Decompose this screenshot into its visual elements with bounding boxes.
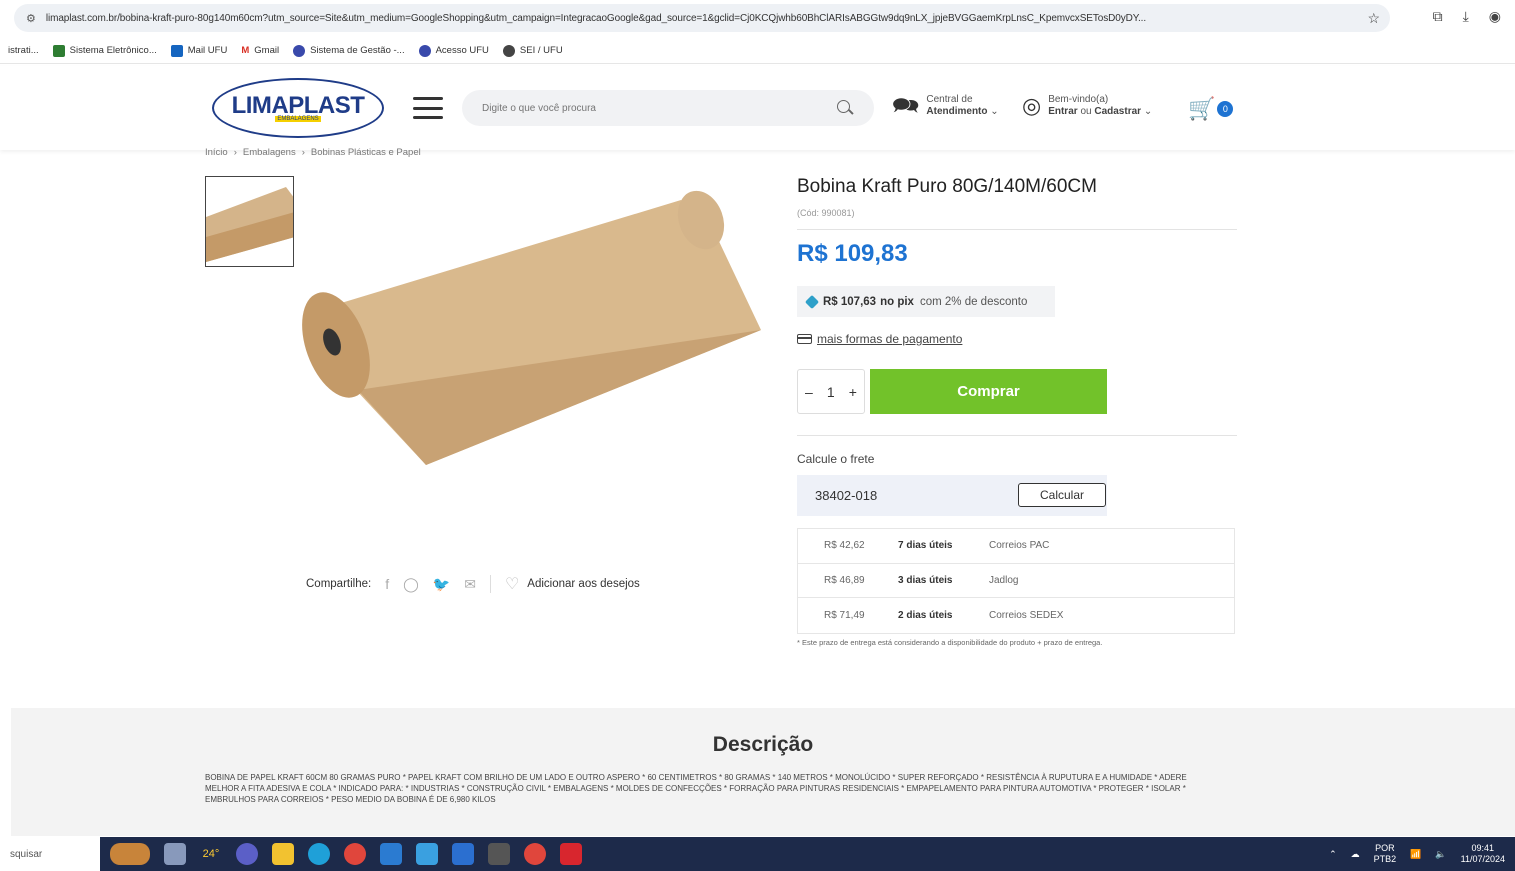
bookmark-favicon-icon: [293, 44, 306, 57]
search-bar: [462, 90, 874, 126]
decrease-button[interactable]: –: [805, 384, 813, 400]
store-icon[interactable]: [380, 843, 402, 865]
address-bar[interactable]: ⚙ limaplast.com.br/bobina-kraft-puro-80g…: [14, 4, 1390, 32]
increase-button[interactable]: +: [849, 384, 857, 400]
site-settings-icon[interactable]: ⚙: [26, 12, 36, 25]
windows-taskbar: squisar 24° ⌃ ☁ POR PTB2 📶 🔈 09:41 11/07/2…: [0, 837, 1515, 871]
share-bar: Compartilhe: f ◯ 🐦 ✉ ♡ Adicionar aos des…: [306, 574, 640, 594]
teams-icon[interactable]: [236, 843, 258, 865]
extensions-icon[interactable]: ⧉: [1433, 8, 1443, 25]
bookmark-star-icon[interactable]: ☆: [1367, 10, 1380, 27]
customer-service-link[interactable]: 🗪 Central de Atendimento ⌄: [892, 94, 999, 118]
bookmark-item[interactable]: Mail UFU: [170, 44, 227, 57]
shipping-option-row: R$ 46,89 3 dias úteis Jadlog: [798, 564, 1234, 598]
product-code: (Cód: 990081): [797, 208, 855, 218]
more-payment-link[interactable]: mais formas de pagamento: [797, 332, 962, 346]
whatsapp-icon[interactable]: ◯: [403, 576, 419, 593]
bookmark-item[interactable]: Sistema de Gestão -...: [293, 44, 405, 57]
wifi-icon[interactable]: 📶: [1410, 849, 1421, 860]
buy-button[interactable]: Comprar: [870, 369, 1107, 414]
wishlist-link[interactable]: Adicionar aos desejos: [527, 578, 640, 590]
cloud-icon[interactable]: ☁: [1351, 849, 1360, 860]
quantity-stepper[interactable]: – 1 +: [797, 369, 865, 414]
shipping-option-row: R$ 42,62 7 dias úteis Correios PAC: [798, 529, 1234, 564]
task-view-icon[interactable]: [164, 843, 186, 865]
search-icon[interactable]: [836, 99, 854, 117]
breadcrumb: Início › Embalagens › Bobinas Plásticas e …: [205, 147, 421, 158]
bookmark-item[interactable]: Sistema Eletrônico...: [52, 44, 157, 57]
facebook-icon[interactable]: f: [385, 576, 389, 592]
product-title: Bobina Kraft Puro 80G/140M/60CM: [797, 176, 1097, 197]
url-text[interactable]: limaplast.com.br/bobina-kraft-puro-80g14…: [46, 13, 1358, 24]
account-link[interactable]: ◎ Bem-vindo(a) Entrar ou Cadastrar ⌄: [1022, 94, 1152, 118]
bookmark-item[interactable]: M Gmail: [241, 45, 279, 56]
gmail-icon: M: [241, 45, 250, 56]
outlook-icon: [170, 44, 183, 57]
app-icon[interactable]: [416, 843, 438, 865]
site-logo[interactable]: LIMAPLAST EMBALAGENS: [212, 78, 384, 138]
weather-icon[interactable]: 24°: [200, 843, 222, 865]
twitter-icon[interactable]: 🐦: [433, 576, 450, 593]
quantity-value[interactable]: 1: [827, 384, 835, 400]
credit-card-icon: [797, 334, 812, 344]
share-label: Compartilhe:: [306, 578, 372, 590]
breadcrumb-item[interactable]: Embalagens: [243, 147, 296, 158]
chat-icon: 🗪: [892, 93, 920, 118]
word-icon[interactable]: [452, 843, 474, 865]
cart-count-badge: 0: [1217, 101, 1234, 117]
shipping-option-row: R$ 71,49 2 dias úteis Correios SEDEX: [824, 609, 1064, 621]
bookmark-item[interactable]: SEI / UFU: [502, 44, 563, 57]
chrome-icon[interactable]: [344, 843, 366, 865]
pix-discount-box: R$ 107,63 no pix com 2% de desconto: [797, 286, 1055, 317]
product-thumbnail[interactable]: [205, 176, 294, 267]
shipping-options-table: R$ 42,62 7 dias úteis Correios PAC R$ 46…: [797, 528, 1235, 634]
description-text: BOBINA DE PAPEL KRAFT 60CM 80 GRAMAS PUR…: [205, 773, 1187, 804]
taskbar-search[interactable]: squisar: [0, 837, 100, 871]
user-icon: ◎: [1022, 93, 1042, 118]
cart-button[interactable]: 🛒 0: [1188, 96, 1234, 122]
cep-input[interactable]: [815, 488, 995, 503]
file-explorer-icon[interactable]: [272, 843, 294, 865]
chrome-profile-icon[interactable]: [524, 843, 546, 865]
breadcrumb-item[interactable]: Início: [205, 147, 228, 158]
email-icon[interactable]: ✉: [464, 576, 476, 593]
volume-icon[interactable]: 🔈: [1435, 849, 1446, 860]
calculator-icon[interactable]: [488, 843, 510, 865]
cart-icon: 🛒: [1188, 96, 1216, 121]
bookmark-item[interactable]: istrati...: [8, 45, 39, 56]
product-price: R$ 109,83: [797, 240, 908, 267]
bookmarks-bar: istrati... Sistema Eletrônico... Mail UF…: [0, 38, 1515, 64]
description-title: Descrição: [712, 733, 814, 756]
search-input[interactable]: [482, 102, 836, 114]
description-section: Descrição BOBINA DE PAPEL KRAFT 60CM 80 …: [11, 708, 1515, 836]
bookmark-item[interactable]: Acesso UFU: [418, 44, 489, 57]
shipping-label: Calcule o frete: [797, 452, 875, 466]
system-tray: ⌃ ☁ POR PTB2 📶 🔈 09:41 11/07/2024: [1329, 837, 1505, 871]
bookmark-favicon-icon: [52, 44, 65, 57]
browser-toolbar: ⚙ limaplast.com.br/bobina-kraft-puro-80g…: [0, 0, 1515, 38]
edge-icon[interactable]: [308, 843, 330, 865]
pix-icon: [804, 294, 820, 309]
system-clock[interactable]: 09:41 11/07/2024: [1461, 843, 1505, 865]
menu-icon[interactable]: [413, 97, 443, 119]
shipping-note: * Este prazo de entrega está considerand…: [797, 638, 1103, 647]
download-icon[interactable]: ⤓: [1463, 8, 1469, 25]
globe-icon: [502, 44, 515, 57]
chevron-up-icon[interactable]: ⌃: [1329, 849, 1337, 860]
weather-widget-icon[interactable]: [110, 843, 150, 865]
profile-icon[interactable]: ◉: [1489, 8, 1501, 25]
breadcrumb-item[interactable]: Bobinas Plásticas e Papel: [311, 147, 421, 158]
heart-icon[interactable]: ♡: [505, 574, 519, 594]
language-indicator[interactable]: POR PTB2: [1374, 843, 1397, 865]
bookmark-favicon-icon: [418, 44, 431, 57]
site-header: LIMAPLAST EMBALAGENS 🗪 Central deAtendim…: [0, 66, 1515, 150]
calculate-shipping-button[interactable]: Calcular: [1018, 483, 1106, 507]
acrobat-icon[interactable]: [560, 843, 582, 865]
product-image[interactable]: [296, 180, 766, 480]
